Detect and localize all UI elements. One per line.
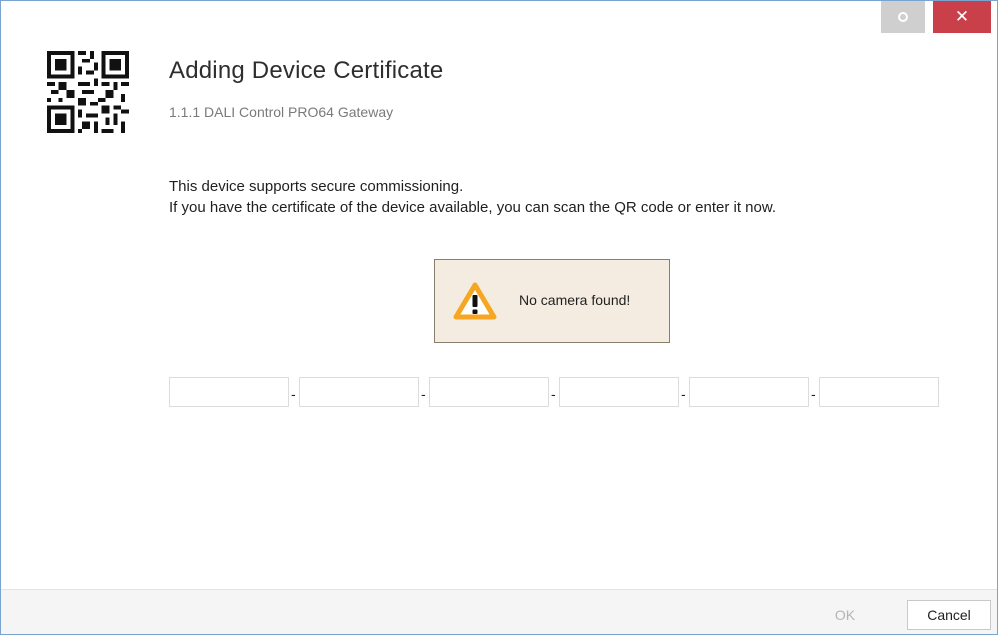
description-line-2: If you have the certificate of the devic… — [169, 199, 777, 216]
dialog-window: ✕ Adding Device Certificate 1.1.1 DALI C… — [0, 0, 998, 635]
certificate-separator: - — [811, 386, 816, 402]
certificate-separator: - — [421, 386, 426, 402]
ok-button[interactable]: OK — [791, 600, 899, 630]
certificate-separator: - — [291, 386, 296, 402]
certificate-field-4[interactable] — [559, 377, 679, 407]
certificate-separator: - — [551, 386, 556, 402]
dialog-title: Adding Device Certificate — [169, 57, 444, 84]
certificate-field-3[interactable] — [429, 377, 549, 407]
certificate-field-5[interactable] — [689, 377, 809, 407]
camera-status-message: No camera found! — [519, 292, 631, 308]
certificate-field-6[interactable] — [819, 377, 939, 407]
certificate-field-2[interactable] — [299, 377, 419, 407]
settings-ring-icon — [898, 12, 908, 22]
cancel-button[interactable]: Cancel — [907, 600, 991, 630]
certificate-field-1[interactable] — [169, 377, 289, 407]
qr-code-icon — [47, 51, 129, 133]
description: This device supports secure commissionin… — [169, 176, 776, 218]
certificate-separator: - — [681, 386, 686, 402]
device-name: 1.1.1 DALI Control PRO64 Gateway — [169, 104, 394, 120]
close-button[interactable]: ✕ — [933, 1, 991, 33]
dialog-footer: OK Cancel — [1, 589, 997, 634]
settings-button[interactable] — [881, 1, 925, 33]
warning-icon — [453, 282, 497, 320]
camera-status-box: No camera found! — [434, 259, 670, 343]
close-icon: ✕ — [954, 6, 970, 27]
description-line-1: This device supports secure commissionin… — [169, 178, 464, 195]
